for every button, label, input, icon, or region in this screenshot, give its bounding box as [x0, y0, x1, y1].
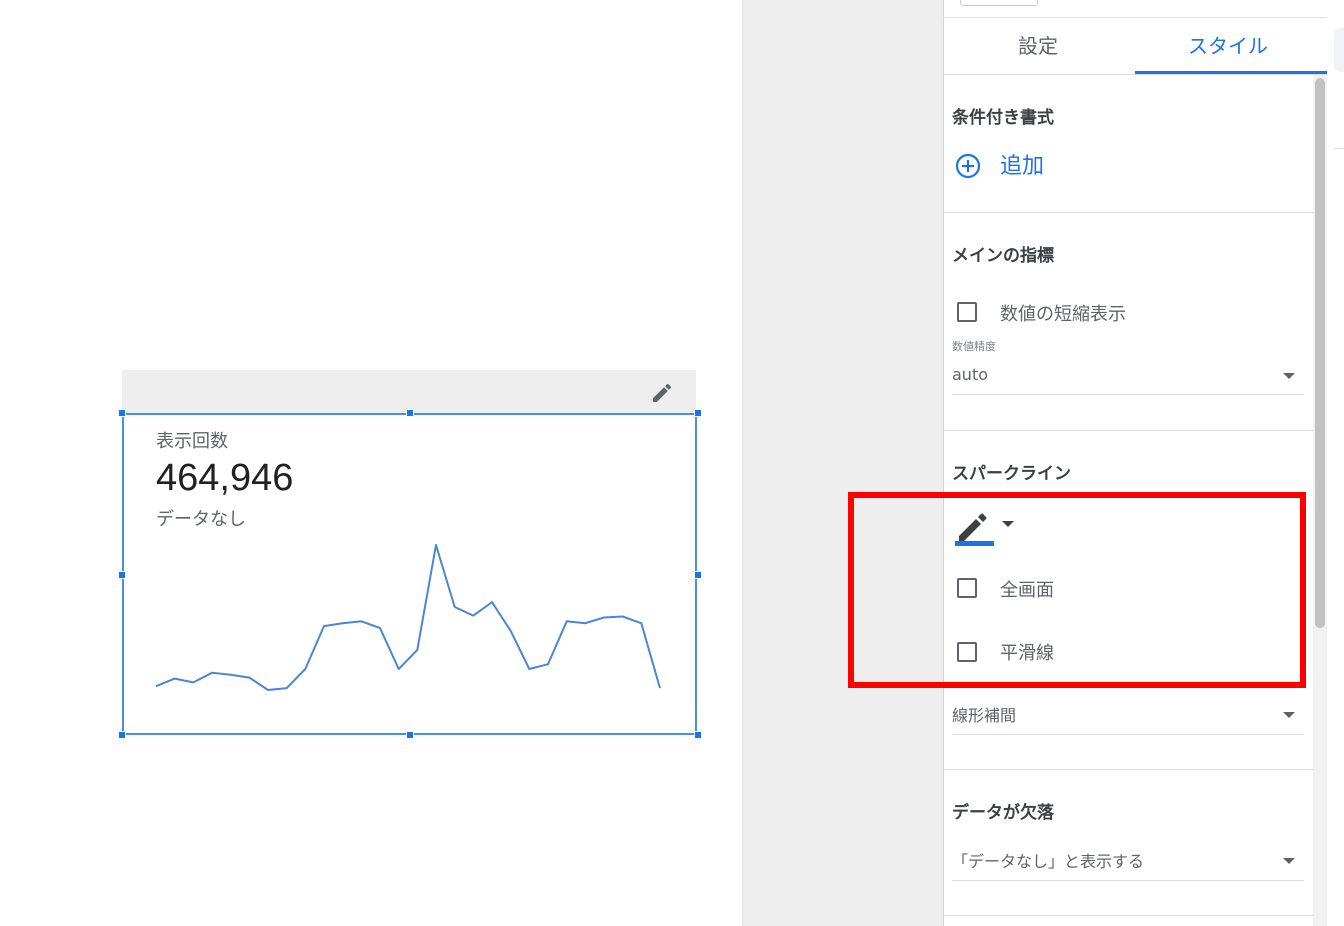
resize-handle-top-right[interactable]	[694, 409, 702, 417]
metric-label: 表示回数	[156, 431, 228, 452]
precision-select-underline	[952, 394, 1304, 395]
panel-scrollbar-thumb[interactable]	[1315, 78, 1325, 628]
interpolation-select-underline	[952, 734, 1304, 735]
section-divider	[943, 430, 1313, 431]
missing-data-select[interactable]: 「データなし」と表示する	[952, 848, 1144, 872]
add-circle-icon[interactable]	[955, 153, 981, 179]
precision-label: 数値精度	[952, 340, 996, 353]
section-title-main-metric: メインの指標	[952, 246, 1054, 266]
line-color-dropdown-icon[interactable]	[1002, 521, 1014, 527]
add-conditional-button[interactable]: 追加	[1000, 148, 1044, 180]
resize-handle-top-center[interactable]	[406, 409, 414, 417]
comparison-text: データなし	[156, 509, 246, 530]
tab-style[interactable]: スタイル	[1188, 30, 1268, 59]
tabs-divider	[943, 74, 1327, 75]
resize-handle-top-left[interactable]	[118, 409, 126, 417]
canvas-gutter	[742, 0, 943, 926]
compact-numbers-label: 数値の短縮表示	[1000, 304, 1126, 325]
fill-area-checkbox[interactable]	[957, 578, 977, 598]
section-divider	[943, 915, 1313, 916]
panel-top-control[interactable]	[960, 0, 1038, 6]
compact-numbers-checkbox[interactable]	[957, 302, 977, 322]
pencil-edit-icon[interactable]	[650, 381, 674, 405]
metric-value: 464,946	[156, 457, 294, 499]
smooth-line-label: 平滑線	[1000, 643, 1054, 664]
section-title-conditional: 条件付き書式	[952, 108, 1054, 128]
resize-handle-bottom-right[interactable]	[694, 731, 702, 739]
resize-handle-bottom-left[interactable]	[118, 731, 126, 739]
scorecard-header[interactable]	[122, 370, 696, 414]
tab-settings[interactable]: 設定	[1018, 30, 1058, 59]
missing-data-dropdown-icon[interactable]	[1283, 858, 1295, 864]
smooth-line-checkbox[interactable]	[957, 642, 977, 662]
resize-handle-middle-left[interactable]	[118, 571, 126, 579]
sparkline-chart	[155, 544, 661, 691]
resize-handle-middle-right[interactable]	[694, 571, 702, 579]
tabs-top-border	[943, 17, 1327, 18]
missing-data-select-underline	[952, 880, 1304, 881]
section-title-missing-data: データが欠落	[952, 803, 1054, 823]
side-panel-edge-tab[interactable]	[1334, 28, 1344, 72]
line-color-pencil-icon[interactable]	[955, 510, 995, 546]
resize-handle-bottom-center[interactable]	[406, 731, 414, 739]
sparkline-series-line	[155, 544, 661, 691]
precision-select[interactable]: auto	[952, 365, 988, 384]
side-panel-edge-divider	[1334, 148, 1344, 149]
fill-area-label: 全画面	[1000, 580, 1054, 601]
section-title-sparkline: スパークライン	[952, 464, 1071, 484]
section-divider	[943, 769, 1313, 770]
interpolation-select[interactable]: 線形補間	[952, 702, 1016, 726]
interpolation-dropdown-icon[interactable]	[1283, 712, 1295, 718]
precision-dropdown-icon[interactable]	[1283, 373, 1295, 379]
section-divider	[943, 212, 1313, 213]
